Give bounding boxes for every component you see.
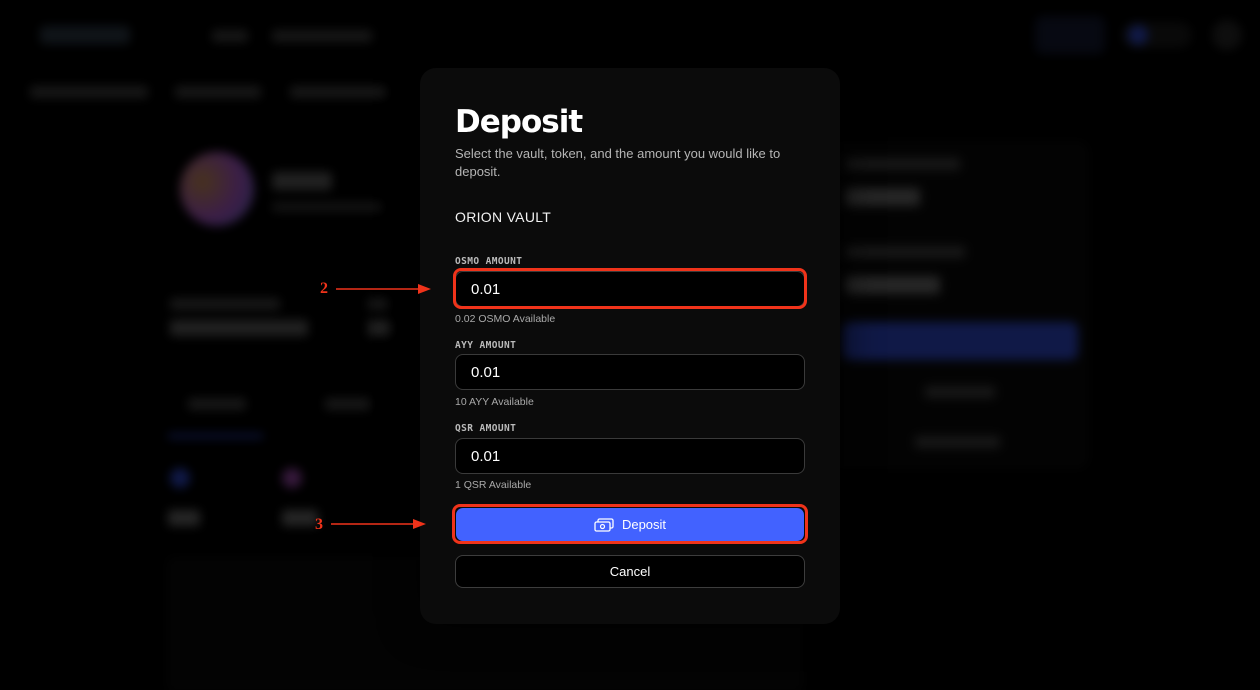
ayy-amount-field[interactable] [455, 354, 805, 390]
breadcrumb-item [290, 86, 386, 98]
osmo-amount-input[interactable] [456, 272, 804, 306]
token-chip-icon [170, 468, 190, 488]
arrow-right-icon [331, 519, 426, 529]
nav-item [212, 30, 248, 42]
wallet-pill [1122, 22, 1192, 48]
panel-value [845, 188, 920, 206]
tab [188, 398, 246, 410]
step-number-3: 3 [315, 516, 323, 533]
panel-value [845, 276, 940, 294]
ayy-amount-input[interactable] [456, 355, 804, 389]
vault-title-placeholder [272, 172, 332, 190]
side-panel [830, 140, 1090, 470]
deposit-button[interactable]: Deposit [456, 508, 804, 541]
background-topbar [0, 0, 1260, 70]
panel-link [925, 386, 995, 398]
cancel-button[interactable]: Cancel [455, 555, 805, 588]
modal-title: Deposit [455, 104, 583, 140]
osmo-amount-label: OSMO AMOUNT [455, 256, 523, 267]
stat-value [368, 320, 390, 336]
active-tab-underline [168, 434, 263, 438]
qsr-amount-input[interactable] [456, 439, 804, 473]
osmo-available-text: 0.02 OSMO Available [455, 313, 556, 325]
arrow-right-icon [336, 284, 431, 294]
stat-value [170, 320, 308, 336]
stat-label [170, 298, 280, 310]
osmo-amount-field[interactable] [455, 271, 805, 307]
breadcrumb-item [175, 86, 261, 98]
vault-name: ORION VAULT [455, 209, 552, 225]
top-button [1035, 16, 1105, 54]
panel-label [845, 246, 965, 258]
token-value [282, 510, 318, 526]
deposit-button-label: Deposit [621, 517, 667, 532]
settings-icon [1212, 20, 1242, 50]
tab [325, 398, 370, 410]
modal-subtitle: Select the vault, token, and the amount … [455, 146, 781, 179]
ayy-available-text: 10 AYY Available [455, 396, 534, 408]
wallet-avatar-icon [1128, 25, 1148, 45]
money-stack-icon [594, 517, 614, 532]
qsr-amount-field[interactable] [455, 438, 805, 474]
qsr-available-text: 1 QSR Available [455, 479, 532, 491]
panel-link [915, 436, 1000, 448]
nav-item [272, 30, 372, 42]
panel-label [845, 158, 960, 170]
token-value [168, 510, 200, 526]
vault-avatar [180, 152, 254, 226]
stat-label [368, 298, 388, 310]
qsr-amount-label: QSR AMOUNT [455, 423, 517, 434]
ayy-amount-label: AYY AMOUNT [455, 340, 517, 351]
vault-subtitle-placeholder [272, 202, 382, 212]
app-logo [40, 26, 130, 44]
deposit-modal: Deposit Select the vault, token, and the… [420, 68, 840, 624]
token-chip-icon [282, 468, 302, 488]
panel-primary-button [842, 322, 1078, 360]
step-number-2: 2 [320, 280, 328, 297]
breadcrumb-item [30, 86, 148, 98]
